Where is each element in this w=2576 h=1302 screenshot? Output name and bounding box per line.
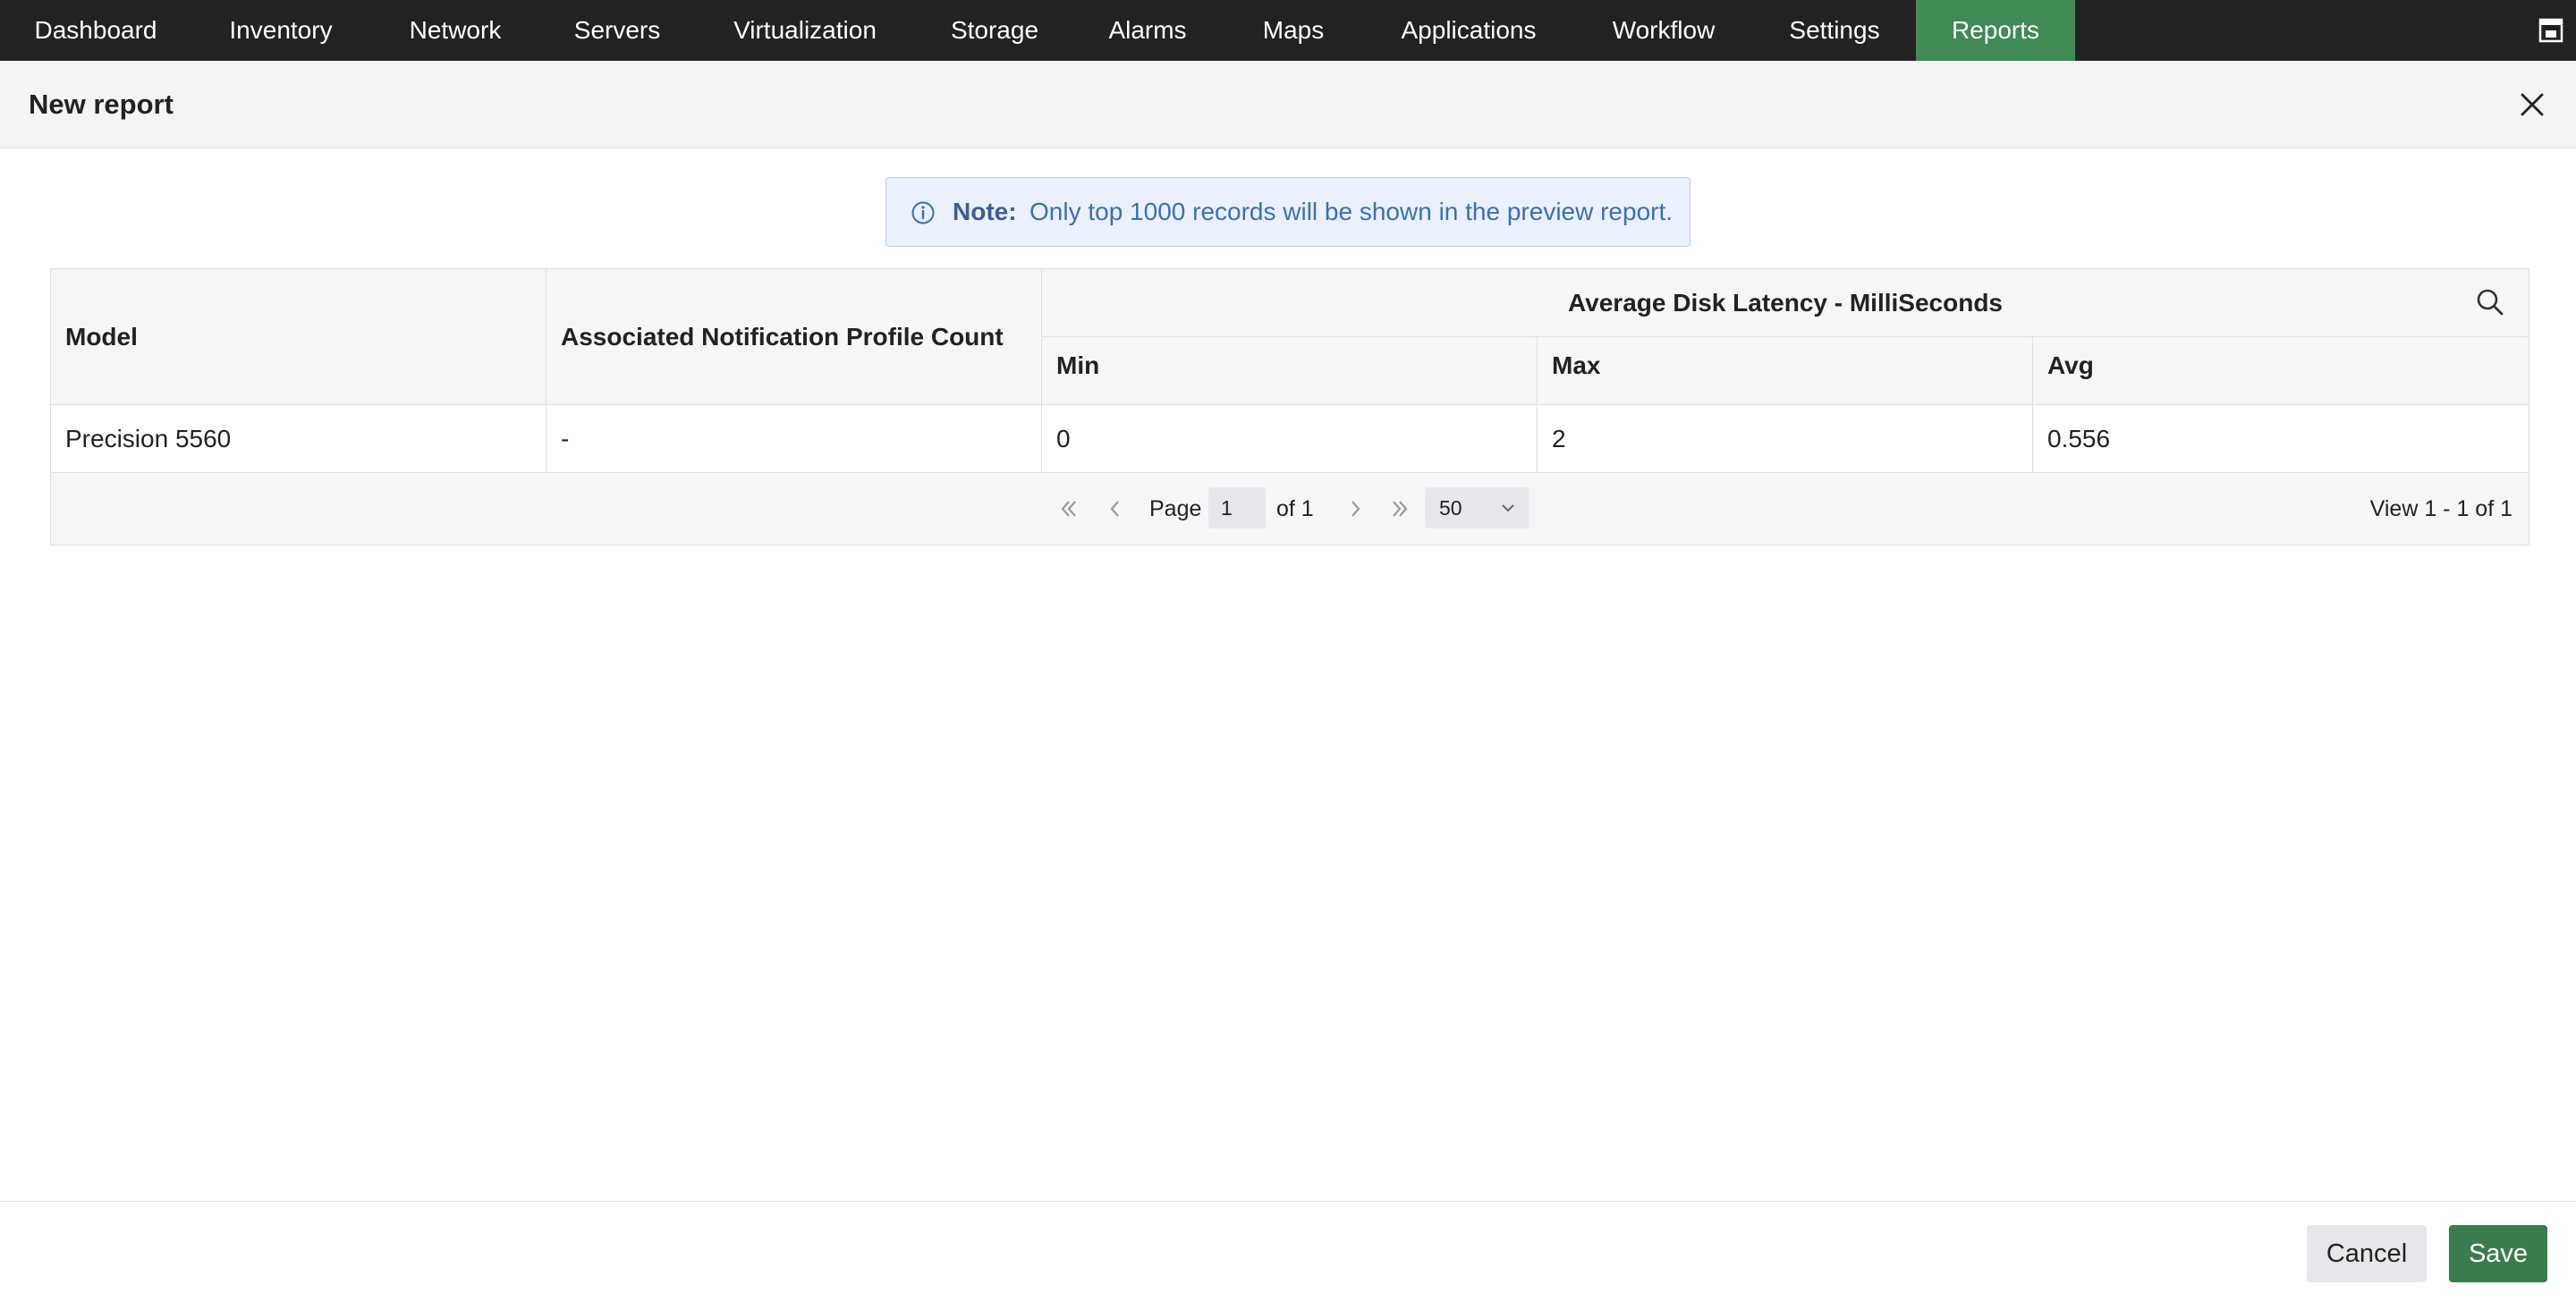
column-header-min[interactable]: Min	[1042, 337, 1538, 405]
info-note: Note: Only top 1000 records will be show…	[886, 177, 1690, 247]
top-navigation: Dashboard Inventory Network Servers Virt…	[0, 0, 2576, 61]
nav-item-reports[interactable]: Reports	[1916, 0, 2075, 61]
search-icon[interactable]	[2475, 287, 2505, 317]
report-preview-table: Model Associated Notification Profile Co…	[50, 268, 2529, 545]
page-label: Page	[1149, 496, 1202, 521]
nav-item-settings[interactable]: Settings	[1773, 0, 1896, 61]
dialog-header: New report	[0, 61, 2576, 148]
close-icon[interactable]	[2519, 91, 2546, 118]
column-header-notification-count[interactable]: Associated Notification Profile Count	[547, 269, 1042, 405]
previous-page-icon[interactable]	[1103, 496, 1128, 521]
nav-item-inventory[interactable]: Inventory	[208, 0, 354, 61]
first-page-icon[interactable]	[1056, 496, 1081, 521]
nav-item-network[interactable]: Network	[386, 0, 524, 61]
cell-avg: 0.556	[2033, 405, 2529, 473]
cell-max: 2	[1538, 405, 2033, 473]
nav-item-applications[interactable]: Applications	[1383, 0, 1555, 61]
record-count-text: View 1 - 1 of 1	[2369, 496, 2512, 521]
nav-item-alarms[interactable]: Alarms	[1091, 0, 1204, 61]
column-header-model[interactable]: Model	[51, 269, 547, 405]
nav-item-servers[interactable]: Servers	[556, 0, 678, 61]
next-page-icon[interactable]	[1343, 496, 1368, 521]
info-icon	[911, 201, 935, 224]
column-group-disk-latency: Average Disk Latency - MilliSeconds	[1042, 269, 2529, 337]
pagination-bar: Page 1 of 1 50 View 1 - 1 of 1	[51, 473, 2529, 545]
save-button[interactable]: Save	[2449, 1225, 2547, 1282]
cancel-button[interactable]: Cancel	[2307, 1225, 2427, 1282]
cell-notification-count: -	[547, 405, 1042, 473]
note-label: Note:	[953, 198, 1017, 225]
page-size-select[interactable]: 50	[1425, 487, 1529, 528]
nav-item-storage[interactable]: Storage	[930, 0, 1059, 61]
nav-item-dashboard[interactable]: Dashboard	[16, 0, 175, 61]
page-number-input[interactable]: 1	[1208, 487, 1266, 528]
cell-model: Precision 5560	[51, 405, 547, 473]
chevron-down-icon	[1502, 504, 1514, 512]
window-layout-icon[interactable]	[2538, 18, 2563, 43]
nav-item-maps[interactable]: Maps	[1236, 0, 1351, 61]
page-title: New report	[29, 89, 174, 120]
nav-item-virtualization[interactable]: Virtualization	[710, 0, 900, 61]
column-header-max[interactable]: Max	[1538, 337, 2033, 405]
last-page-icon[interactable]	[1387, 496, 1412, 521]
column-header-avg[interactable]: Avg	[2033, 337, 2529, 405]
page-total-label: of 1	[1276, 496, 1314, 521]
cell-min: 0	[1042, 405, 1538, 473]
dialog-footer: Cancel Save	[0, 1201, 2576, 1302]
nav-item-workflow[interactable]: Workflow	[1587, 0, 1741, 61]
note-text: Only top 1000 records will be shown in t…	[1030, 198, 1674, 225]
